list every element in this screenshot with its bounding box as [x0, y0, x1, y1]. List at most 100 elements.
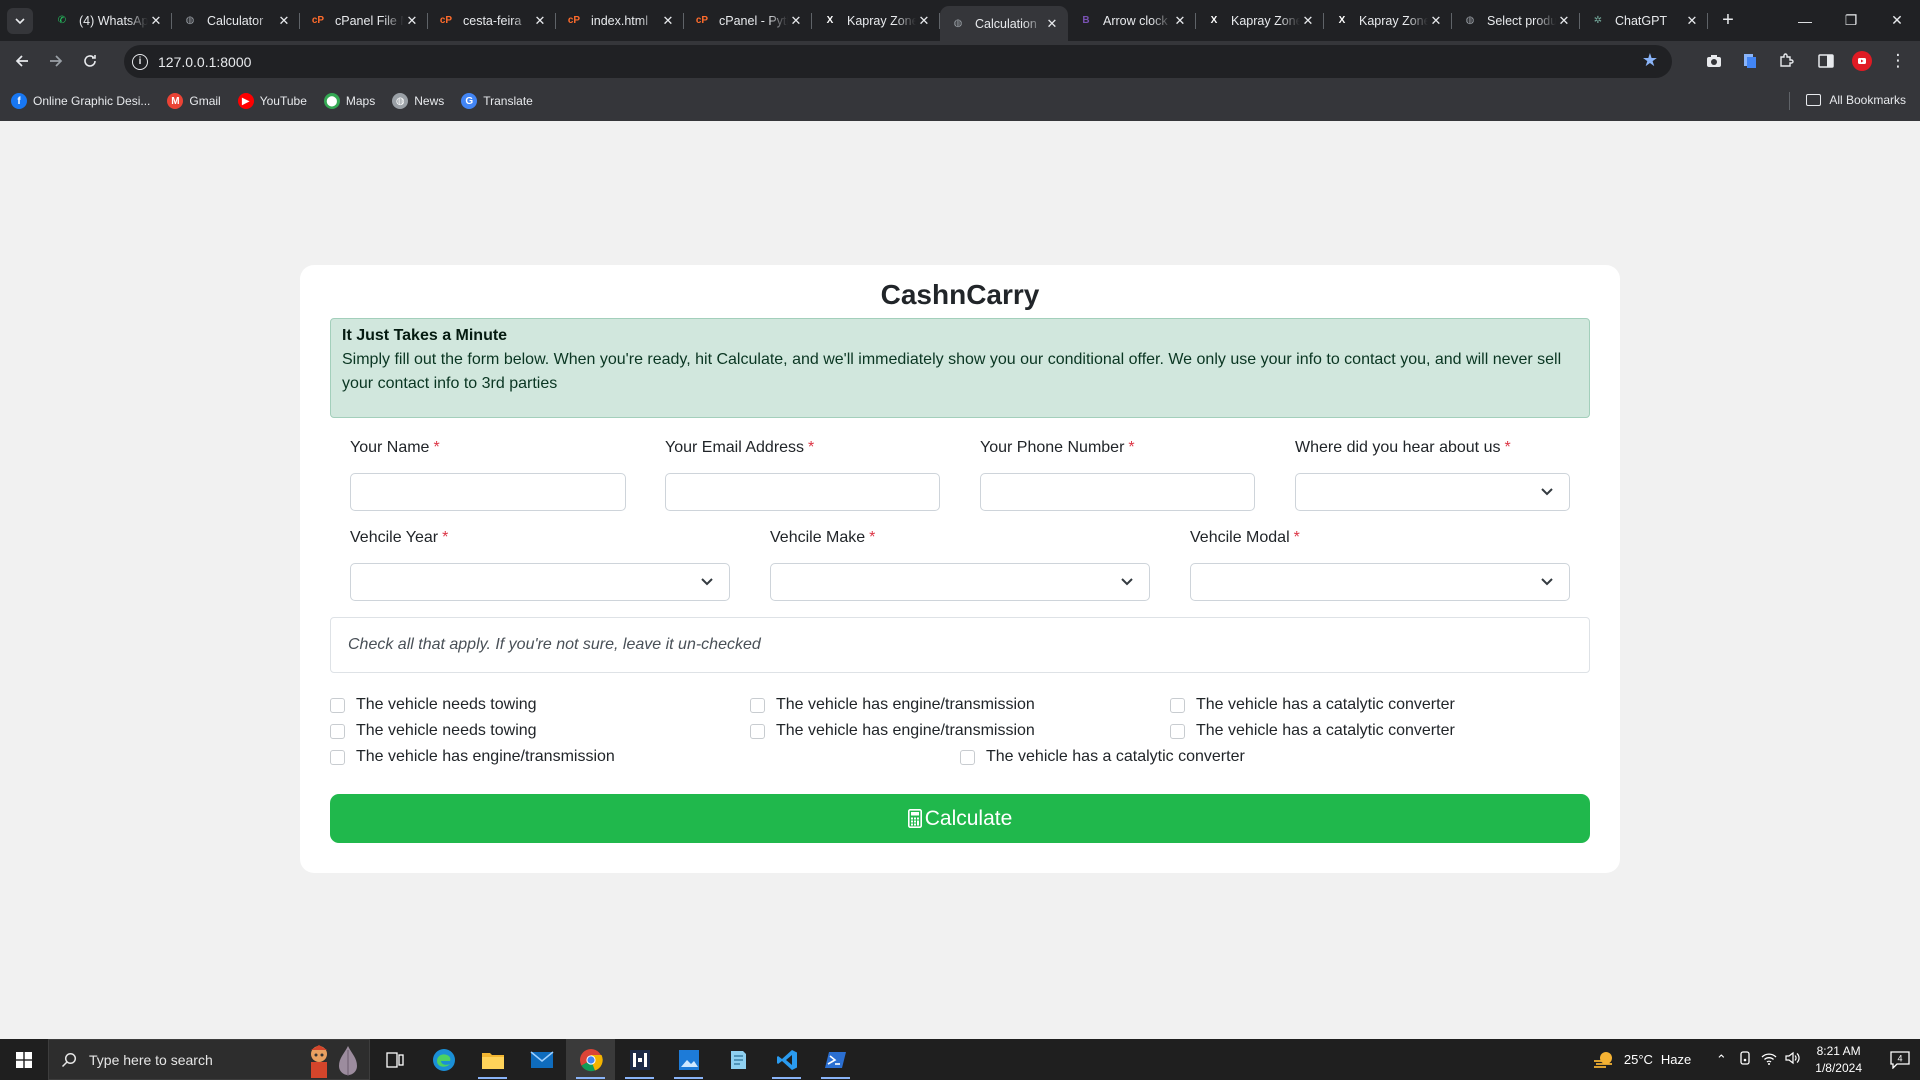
- bookmark-item[interactable]: ▶ YouTube: [237, 93, 307, 109]
- bookmark-item[interactable]: G Translate: [461, 93, 533, 109]
- reload-button[interactable]: [73, 44, 107, 78]
- browser-tab[interactable]: ◍ Select product✕: [1452, 0, 1580, 41]
- bookmark-item[interactable]: ⬤ Maps: [323, 93, 375, 109]
- browser-tab[interactable]: ✆ (4) WhatsApp ✕: [44, 0, 172, 41]
- checkbox-towing-2[interactable]: The vehicle needs towing: [330, 722, 537, 740]
- browser-tab[interactable]: cP index.html ✕: [556, 0, 684, 41]
- model-select[interactable]: [1190, 563, 1570, 601]
- tab-search-button[interactable]: [7, 7, 33, 34]
- new-tab-button[interactable]: +: [1714, 7, 1742, 35]
- wifi-icon[interactable]: [1757, 1052, 1781, 1068]
- extensions-puzzle-icon[interactable]: [1768, 44, 1804, 78]
- taskbar-photos[interactable]: [664, 1039, 713, 1080]
- taskbar-mail[interactable]: [517, 1039, 566, 1080]
- taskbar-file-explorer[interactable]: [468, 1039, 517, 1080]
- phone-label: Your Phone Number *: [980, 439, 1135, 456]
- camera-icon[interactable]: [1696, 44, 1732, 78]
- volume-icon[interactable]: [1781, 1051, 1805, 1068]
- weather-widget[interactable]: 25°C Haze: [1592, 1050, 1691, 1070]
- taskbar-powershell[interactable]: [811, 1039, 860, 1080]
- make-select[interactable]: [770, 563, 1150, 601]
- close-icon[interactable]: ✕: [1172, 13, 1188, 29]
- close-icon[interactable]: ✕: [1684, 13, 1700, 29]
- notification-center-button[interactable]: 4: [1880, 1039, 1920, 1080]
- task-view-button[interactable]: [370, 1039, 419, 1080]
- checkbox-box[interactable]: [330, 697, 345, 713]
- checkbox-box[interactable]: [1170, 697, 1185, 713]
- tab-title: Calculation: [975, 16, 1037, 31]
- taskbar-edge[interactable]: [419, 1039, 468, 1080]
- taskbar-vscode[interactable]: [762, 1039, 811, 1080]
- folder-icon: [1806, 94, 1822, 106]
- checkbox-box[interactable]: [750, 697, 765, 713]
- close-icon[interactable]: ✕: [916, 13, 932, 29]
- checkbox-engine-1[interactable]: The vehicle has engine/transmission: [750, 696, 1035, 714]
- close-icon[interactable]: ✕: [1428, 13, 1444, 29]
- start-button[interactable]: [0, 1039, 48, 1080]
- checkbox-box[interactable]: [330, 749, 345, 765]
- checkbox-engine-3[interactable]: The vehicle has engine/transmission: [330, 748, 615, 766]
- close-icon[interactable]: ✕: [148, 13, 164, 29]
- close-icon[interactable]: ✕: [1300, 13, 1316, 29]
- browser-tab[interactable]: ◍ Calculator ✕: [172, 0, 300, 41]
- close-icon[interactable]: ✕: [1044, 16, 1060, 32]
- checkbox-box[interactable]: [330, 723, 345, 739]
- extension-docs-icon[interactable]: [1732, 44, 1768, 78]
- close-icon[interactable]: ✕: [532, 13, 548, 29]
- profile-avatar-icon[interactable]: [1844, 44, 1880, 78]
- checkbox-converter-1[interactable]: The vehicle has a catalytic converter: [1170, 696, 1455, 714]
- checkbox-box[interactable]: [750, 723, 765, 739]
- checkbox-box[interactable]: [1170, 723, 1185, 739]
- browser-tab[interactable]: cP cesta-feira ✕: [428, 0, 556, 41]
- close-window-button[interactable]: ✕: [1874, 0, 1920, 41]
- all-bookmarks-button[interactable]: All Bookmarks: [1806, 93, 1906, 107]
- taskbar-app-dark[interactable]: [615, 1039, 664, 1080]
- checkbox-engine-2[interactable]: The vehicle has engine/transmission: [750, 722, 1035, 740]
- bookmark-item[interactable]: M Gmail: [167, 93, 221, 109]
- browser-tab[interactable]: B Arrow clock ✕: [1068, 0, 1196, 41]
- forward-button[interactable]: [39, 44, 73, 78]
- close-icon[interactable]: ✕: [788, 13, 804, 29]
- browser-tab[interactable]: X Kapray Zone ✕: [1324, 0, 1452, 41]
- name-input[interactable]: [350, 473, 626, 511]
- menu-dots-icon[interactable]: ⋮: [1880, 44, 1916, 78]
- chevron-down-icon: [701, 578, 713, 586]
- browser-tab[interactable]: ✲ ChatGPT ✕: [1580, 0, 1708, 41]
- checkbox-converter-2[interactable]: The vehicle has a catalytic converter: [1170, 722, 1455, 740]
- close-icon[interactable]: ✕: [404, 13, 420, 29]
- phone-input[interactable]: [980, 473, 1255, 511]
- bookmark-label: Online Graphic Desi...: [33, 94, 151, 108]
- side-panel-icon[interactable]: [1808, 44, 1844, 78]
- restore-button[interactable]: ❐: [1828, 0, 1874, 41]
- show-hidden-icons-chevron-icon[interactable]: ⌃: [1709, 1052, 1733, 1068]
- weather-haze-icon: [1593, 1051, 1612, 1068]
- close-icon[interactable]: ✕: [1556, 13, 1572, 29]
- browser-tab[interactable]: X Kapray Zone ✕: [812, 0, 940, 41]
- taskbar-notepad[interactable]: [713, 1039, 762, 1080]
- checkbox-towing-1[interactable]: The vehicle needs towing: [330, 696, 537, 714]
- browser-tab[interactable]: cP cPanel File Manager✕: [300, 0, 428, 41]
- close-icon[interactable]: ✕: [276, 13, 292, 29]
- browser-tab[interactable]: cP cPanel - Python✕: [684, 0, 812, 41]
- bookmark-item[interactable]: f Online Graphic Desi...: [11, 93, 150, 109]
- checkbox-box[interactable]: [960, 749, 975, 765]
- browser-tab[interactable]: ◍ Calculation ✕: [940, 6, 1068, 41]
- source-select[interactable]: [1295, 473, 1570, 511]
- calculate-button[interactable]: Calculate: [330, 794, 1590, 843]
- email-input[interactable]: [665, 473, 940, 511]
- bookmark-item[interactable]: ◍ News: [392, 93, 444, 109]
- checkbox-converter-3[interactable]: The vehicle has a catalytic converter: [960, 748, 1245, 766]
- reload-icon: [84, 55, 96, 67]
- browser-tab[interactable]: X Kapray Zone ✕: [1196, 0, 1324, 41]
- taskbar-search-box[interactable]: Type here to search: [48, 1039, 370, 1080]
- address-bar[interactable]: i 127.0.0.1:8000 ★: [124, 45, 1672, 78]
- close-icon[interactable]: ✕: [660, 13, 676, 29]
- taskbar-clock[interactable]: 8:21 AM 1/8/2024: [1815, 1043, 1862, 1077]
- back-button[interactable]: [5, 44, 39, 78]
- site-info-icon[interactable]: i: [132, 53, 148, 70]
- minimize-button[interactable]: —: [1782, 0, 1828, 41]
- taskbar-chrome[interactable]: [566, 1039, 615, 1080]
- meet-now-icon[interactable]: [1733, 1051, 1757, 1068]
- bookmark-star-icon[interactable]: ★: [1642, 50, 1658, 71]
- year-select[interactable]: [350, 563, 730, 601]
